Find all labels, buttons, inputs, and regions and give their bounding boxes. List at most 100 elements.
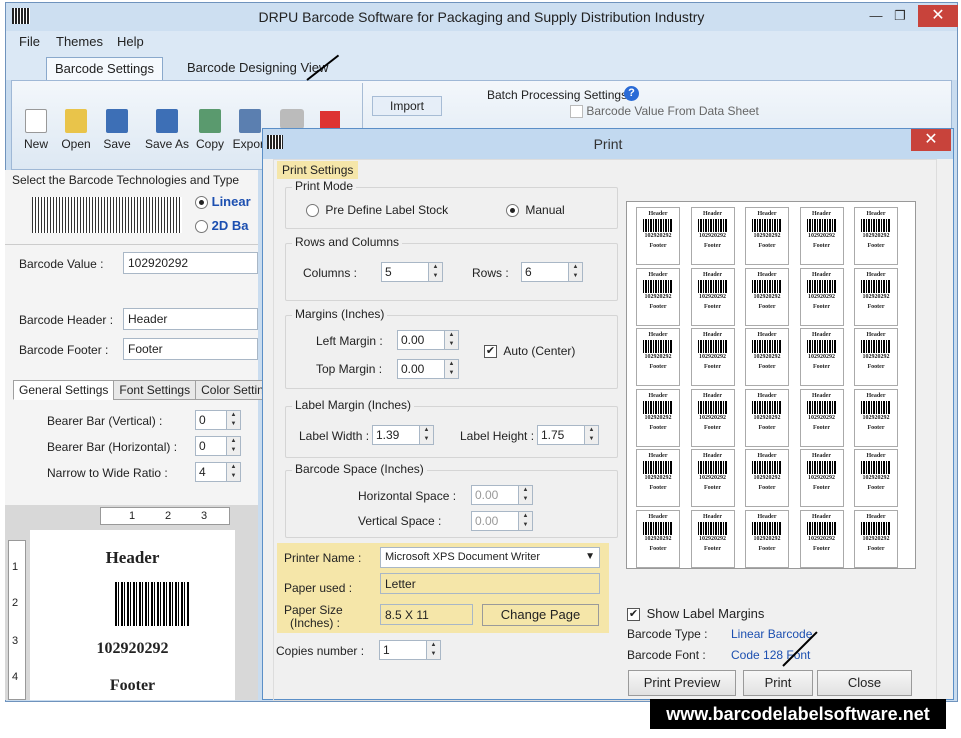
barcode-value-input[interactable]: 102920292: [123, 252, 258, 274]
label-barcode: [643, 400, 673, 414]
label-footer: Footer: [813, 485, 830, 491]
spin-arrows-icon[interactable]: ▲ ▼: [444, 360, 458, 378]
menu-themes[interactable]: Themes: [56, 34, 103, 49]
bearer-h-value: 0: [199, 439, 206, 453]
spin-arrows-icon[interactable]: ▲ ▼: [444, 331, 458, 349]
barcode-header-input[interactable]: Header: [123, 308, 258, 330]
bearer-h-spinner[interactable]: 0 ▲ ▼: [195, 436, 241, 456]
spin-arrows-icon[interactable]: ▲ ▼: [226, 411, 240, 429]
predefine-option[interactable]: Pre Define Label Stock: [306, 203, 448, 218]
spin-arrows-icon[interactable]: ▲ ▼: [518, 486, 532, 504]
menu-help[interactable]: Help: [117, 34, 144, 49]
linear-radio[interactable]: [195, 196, 208, 210]
close-button[interactable]: Close: [817, 670, 912, 696]
spin-arrows-icon[interactable]: ▲ ▼: [428, 263, 442, 281]
canvas-footer[interactable]: Footer: [30, 677, 235, 695]
help-icon[interactable]: ?: [624, 86, 639, 101]
copy-icon: [199, 109, 221, 133]
label-number: 102920292: [862, 233, 890, 239]
paper-used-label: Paper used :: [284, 581, 353, 595]
auto-center-option[interactable]: ✔ Auto (Center): [484, 344, 575, 359]
spin-arrows-icon[interactable]: ▲ ▼: [226, 437, 240, 455]
manual-option[interactable]: Manual: [506, 203, 565, 218]
spin-arrows-icon[interactable]: ▲ ▼: [584, 426, 598, 444]
spin-arrows-icon[interactable]: ▲ ▼: [426, 641, 440, 659]
printer-select[interactable]: Microsoft XPS Document Writer ▼: [380, 547, 600, 568]
preview-label: Header 102920292 Footer: [745, 388, 789, 447]
label-footer: Footer: [813, 364, 830, 370]
label-number: 102920292: [699, 354, 726, 360]
design-canvas[interactable]: Header 102920292 Footer: [30, 530, 235, 700]
label-barcode: [861, 400, 891, 414]
label-number: 102920292: [753, 475, 781, 481]
barcode-footer-input[interactable]: Footer: [123, 338, 258, 360]
window-close-button[interactable]: ✕: [918, 5, 958, 27]
change-page-button[interactable]: Change Page: [482, 604, 599, 626]
auto-center-checkbox[interactable]: ✔: [484, 345, 497, 359]
show-margins-option[interactable]: ✔ Show Label Margins: [627, 606, 764, 622]
label-width-spinner[interactable]: 1.39 ▲ ▼: [372, 425, 434, 445]
tab-general-settings[interactable]: General Settings: [13, 380, 115, 400]
label-header: Header: [757, 332, 777, 338]
maximize-button[interactable]: ❐: [886, 6, 914, 26]
save-as-button[interactable]: Save As: [142, 109, 192, 151]
tab-font-settings[interactable]: Font Settings: [113, 380, 197, 400]
label-height-spinner[interactable]: 1.75 ▲ ▼: [537, 425, 599, 445]
show-margins-checkbox[interactable]: ✔: [627, 608, 640, 622]
label-footer: Footer: [867, 243, 885, 249]
spin-arrows-icon[interactable]: ▲ ▼: [518, 512, 532, 530]
predefine-radio[interactable]: [306, 204, 319, 218]
paper-size-label: Paper Size: [284, 603, 343, 617]
print-button[interactable]: Print: [743, 670, 813, 696]
columns-spinner[interactable]: 5 ▲ ▼: [381, 262, 443, 282]
canvas-number[interactable]: 102920292: [30, 640, 235, 658]
preview-label: Header 102920292 Footer: [799, 328, 844, 386]
import-group[interactable]: Import: [372, 96, 442, 116]
bearer-v-spinner[interactable]: 0 ▲ ▼: [195, 410, 241, 430]
copy-button[interactable]: Copy: [188, 109, 232, 151]
twod-option[interactable]: 2D Ba: [195, 218, 248, 234]
spin-arrows-icon[interactable]: ▲ ▼: [419, 426, 433, 444]
preview-label: Header 102920292 Footer: [690, 388, 735, 447]
v-space-label: Vertical Space :: [358, 514, 442, 528]
manual-radio[interactable]: [506, 204, 519, 218]
spin-arrows-icon[interactable]: ▲ ▼: [568, 263, 582, 281]
dialog-close-button[interactable]: ✕: [911, 129, 951, 151]
canvas-header[interactable]: Header: [30, 548, 235, 568]
batch-option-value[interactable]: Barcode Value From Data Sheet: [570, 104, 759, 119]
label-barcode: [697, 521, 728, 535]
batch-value-checkbox[interactable]: [570, 105, 583, 119]
menu-file[interactable]: File: [19, 34, 40, 49]
save-button[interactable]: Save: [95, 109, 139, 151]
copies-spinner[interactable]: 1 ▲ ▼: [379, 640, 441, 660]
new-button[interactable]: New: [14, 109, 58, 151]
label-barcode: [697, 400, 728, 414]
ratio-spinner[interactable]: 4 ▲ ▼: [195, 462, 241, 482]
label-number: 102920292: [699, 475, 726, 481]
left-margin-spinner[interactable]: 0.00 ▲ ▼: [397, 330, 459, 350]
canvas-barcode[interactable]: [115, 582, 190, 626]
label-barcode: [806, 219, 837, 232]
paper-used-field[interactable]: Letter: [380, 573, 600, 594]
label-height-label: Label Height :: [460, 429, 535, 443]
print-preview: Header 102920292 Footer Header 102920292 Foot…: [626, 201, 916, 569]
preview-label: Header 102920292 Footer: [799, 207, 844, 265]
barcode-font-label: Barcode Font :: [627, 648, 706, 662]
barcode-type-icons[interactable]: [32, 197, 182, 233]
chevron-down-icon[interactable]: ▼: [585, 551, 595, 562]
v-space-spinner[interactable]: 0.00 ▲ ▼: [471, 511, 533, 531]
printer-icon[interactable]: [280, 109, 304, 129]
rows-spinner[interactable]: 6 ▲ ▼: [521, 262, 583, 282]
paper-size-field[interactable]: 8.5 X 11: [380, 604, 473, 625]
v-space-value: 0.00: [475, 514, 499, 528]
label-barcode: [861, 461, 891, 474]
print-preview-button[interactable]: Print Preview: [628, 670, 736, 696]
twod-radio[interactable]: [195, 220, 208, 234]
spin-arrows-icon[interactable]: ▲ ▼: [226, 463, 240, 481]
linear-option[interactable]: Linear: [195, 194, 251, 210]
top-margin-spinner[interactable]: 0.00 ▲ ▼: [397, 359, 459, 379]
tab-barcode-settings[interactable]: Barcode Settings: [46, 57, 164, 80]
h-space-spinner[interactable]: 0.00 ▲ ▼: [471, 485, 533, 505]
open-button[interactable]: Open: [54, 109, 98, 151]
label-number: 102920292: [862, 354, 890, 360]
